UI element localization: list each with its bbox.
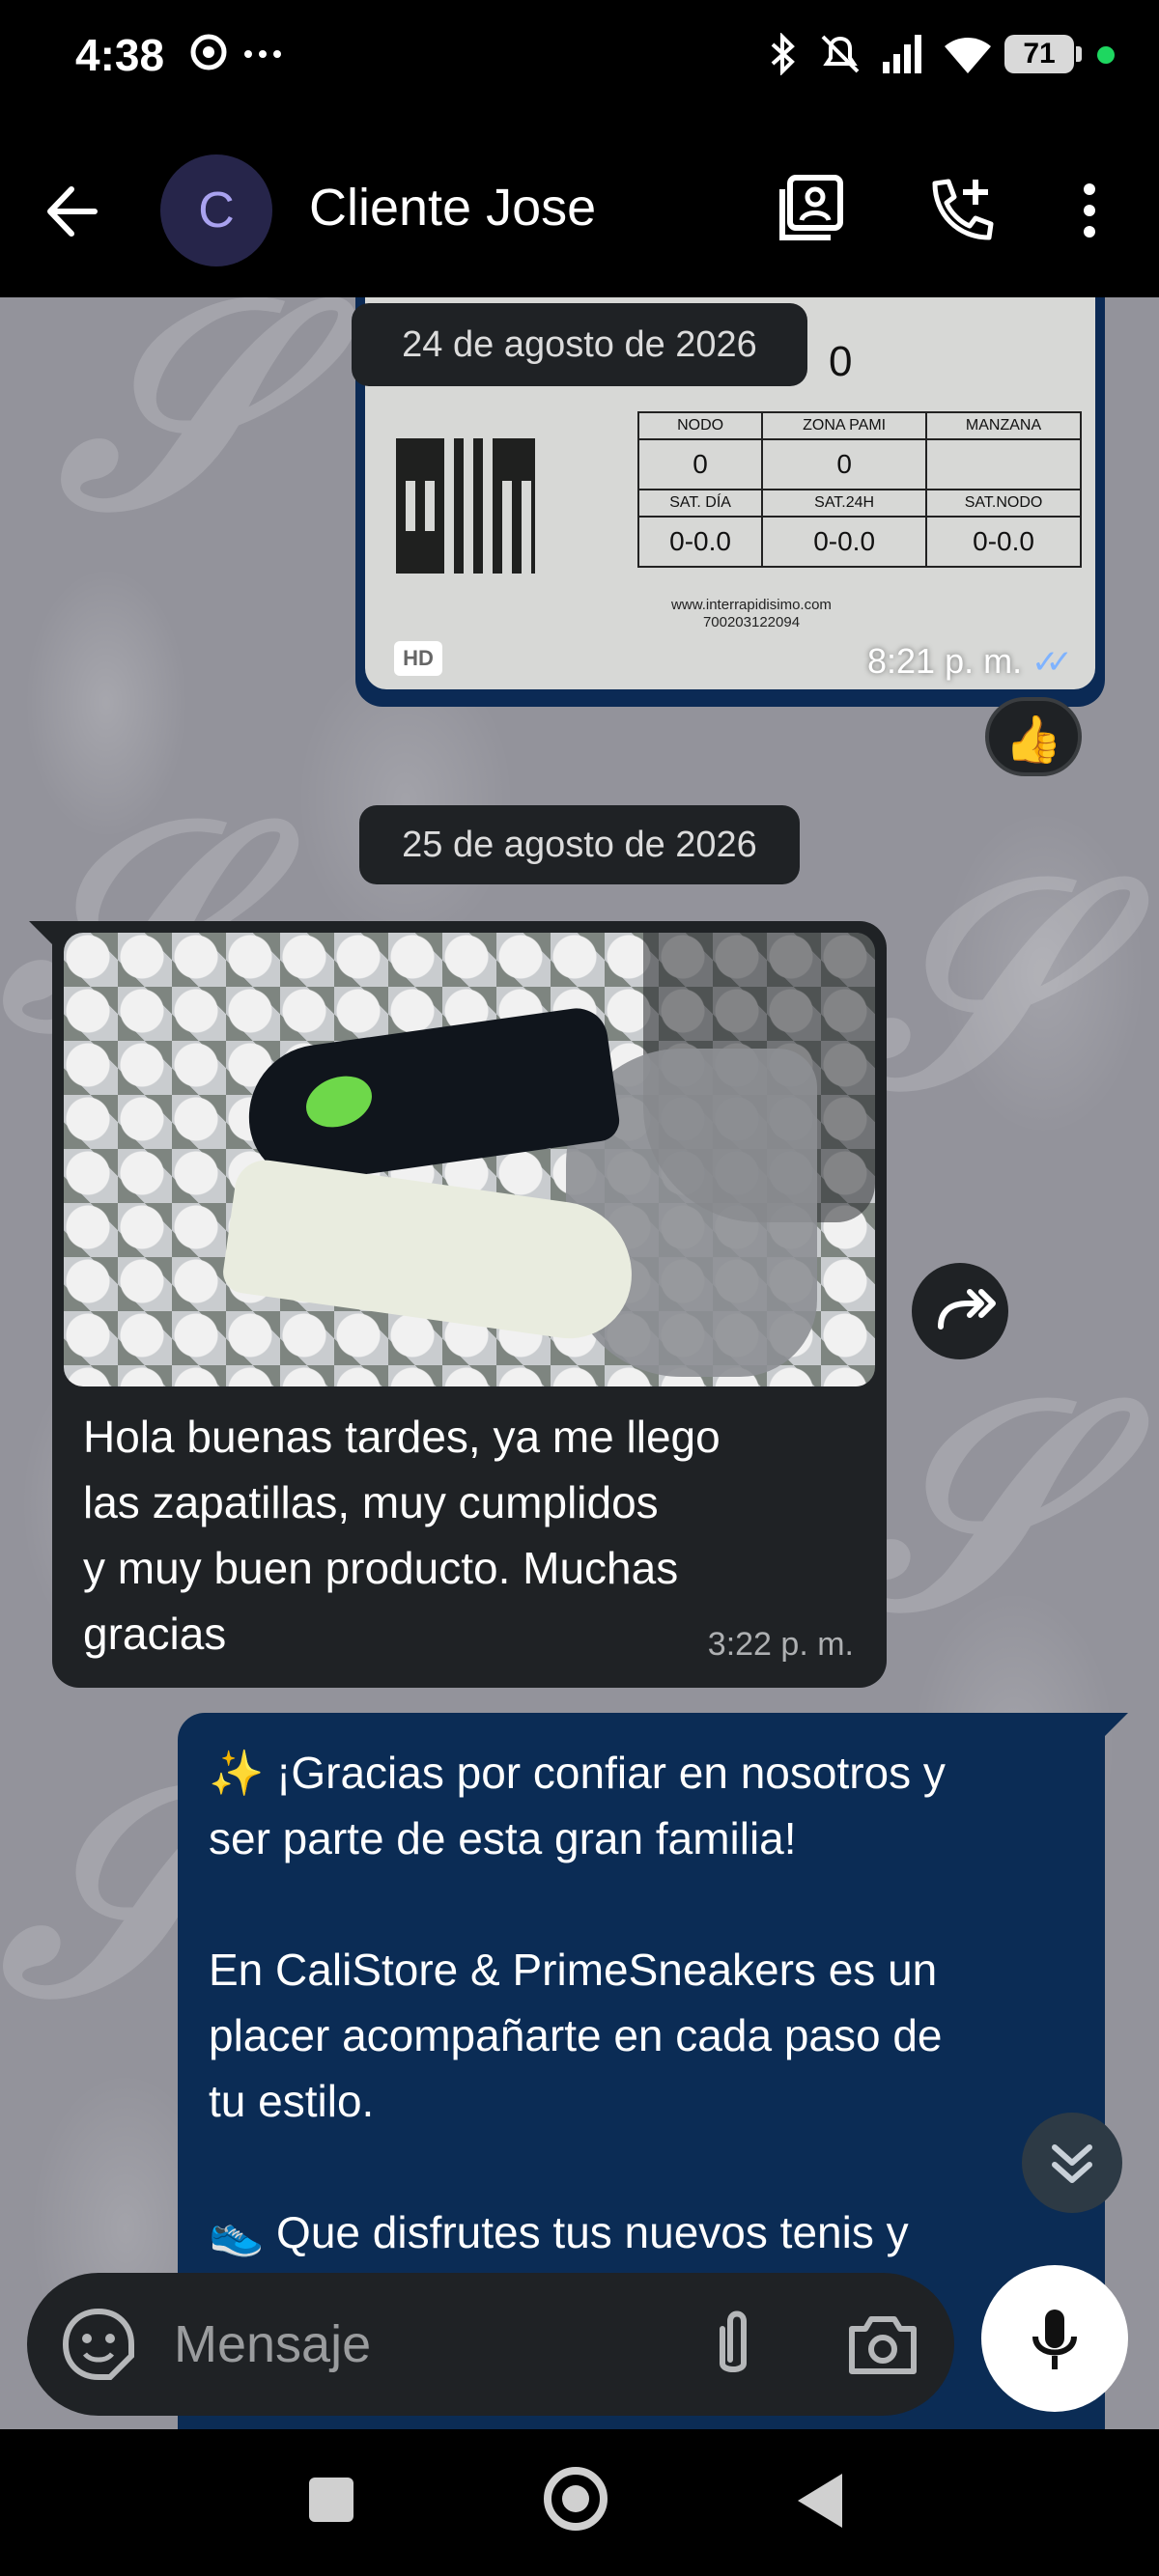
photo-dark-shoe [240, 1004, 622, 1190]
label-url: www.interrapidisimo.com 700203122094 [645, 597, 858, 631]
message-time: 3:22 p. m. [707, 1626, 854, 1663]
contact-card-icon [779, 175, 843, 240]
label-cell: MANZANA [925, 411, 1082, 440]
incoming-message[interactable]: Hola buenas tardes, ya me llego las zapa… [52, 921, 887, 1688]
label-cell: SAT.24H [761, 489, 928, 518]
hd-badge: HD [394, 641, 442, 676]
home-button[interactable] [544, 2467, 608, 2531]
date-chip: 24 de agosto de 2026 [352, 303, 807, 386]
forward-icon [938, 1289, 996, 1330]
status-time: 4:38 [75, 30, 165, 80]
sneakers-photo[interactable] [64, 933, 875, 1386]
label-cell: SAT.NODO [925, 489, 1082, 518]
voice-message-button[interactable] [981, 2265, 1128, 2412]
attach-button[interactable] [697, 2306, 769, 2387]
label-cell: ZONA PAMI [761, 411, 928, 440]
paperclip-icon [720, 2310, 747, 2372]
label-cell: 0-0.0 [761, 516, 928, 568]
chatgpt-icon [190, 34, 227, 70]
bluetooth-icon [771, 33, 795, 75]
forward-button[interactable] [912, 1263, 1008, 1359]
label-cell: 0 [761, 438, 928, 490]
scroll-to-bottom-button[interactable] [1022, 2113, 1122, 2213]
label-cell: 0-0.0 [636, 516, 764, 568]
label-code-text: 700203122094 [702, 614, 801, 630]
reaction-badge[interactable]: 👍 [985, 697, 1082, 776]
label-number: 0 [829, 338, 853, 385]
add-call-icon [932, 179, 994, 240]
label-cell: 0-0.0 [925, 516, 1082, 568]
more-vert-icon [1084, 183, 1095, 238]
label-cell: NODO [636, 411, 764, 440]
sticker-icon [62, 2308, 134, 2380]
add-call-button[interactable] [921, 170, 1003, 251]
label-cell: 0 [636, 438, 764, 490]
double-chevron-down-icon [1052, 2144, 1092, 2183]
label-url-text: www.interrapidisimo.com [671, 597, 832, 613]
signal-icon [883, 35, 921, 73]
bubble-tail [1105, 1713, 1128, 1736]
contact-name[interactable]: Cliente Jose [309, 178, 596, 238]
recents-button[interactable] [309, 2478, 353, 2522]
label-cell [925, 438, 1082, 490]
chat-area[interactable]: 𝒮 𝒮 𝒮 𝒮 𝒮 0 NODO ZONA PAMI MANZANA 0 0 [0, 297, 1159, 2429]
message-time: 8:21 p. m. [867, 641, 1023, 681]
back-button[interactable] [39, 178, 116, 245]
camera-button[interactable] [838, 2304, 927, 2385]
system-back-button[interactable] [798, 2474, 842, 2528]
avatar[interactable]: C [160, 154, 272, 266]
qr-code [396, 438, 535, 574]
privacy-indicator-dot [1097, 46, 1115, 64]
message-text: ✨ ¡Gracias por confiar en nosotros y ser… [209, 1748, 946, 2257]
wifi-icon [945, 38, 991, 73]
more-icon [244, 50, 281, 58]
microphone-icon [1032, 2310, 1077, 2369]
message-input[interactable] [172, 2300, 659, 2389]
label-table: NODO ZONA PAMI MANZANA 0 0 SAT. DÍA SAT.… [636, 411, 1082, 568]
more-options-button[interactable] [1062, 170, 1117, 251]
contact-card-button[interactable] [771, 170, 852, 251]
read-ticks-icon: ✓✓ [1032, 644, 1073, 681]
wallpaper-watermark: 𝒮 [58, 297, 283, 574]
mute-icon [821, 35, 860, 73]
emoji-button[interactable] [58, 2304, 139, 2385]
battery-icon: 71 [1004, 35, 1082, 73]
date-chip: 25 de agosto de 2026 [359, 805, 800, 884]
camera-icon [849, 2316, 917, 2374]
label-cell: SAT. DÍA [636, 489, 764, 518]
arrow-left-icon [47, 186, 98, 237]
